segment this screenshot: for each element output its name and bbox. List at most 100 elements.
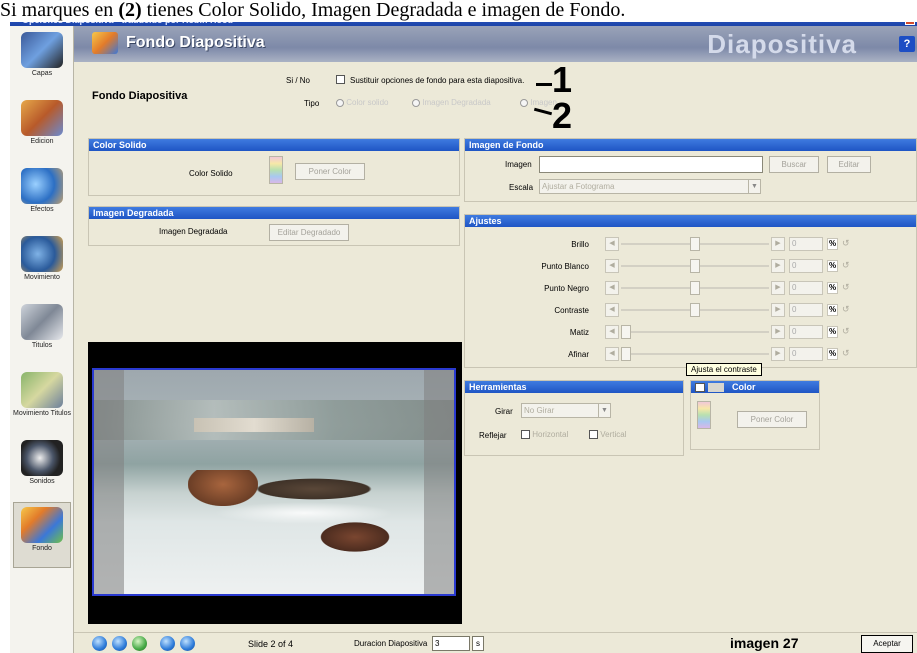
sidebar-item-efectos[interactable]: Efectos bbox=[13, 164, 71, 230]
sidebar-item-movimiento[interactable]: Movimiento bbox=[13, 232, 71, 298]
decrease-icon[interactable]: ◀ bbox=[605, 281, 619, 295]
contraste-tooltip: Ajusta el contraste bbox=[686, 363, 762, 376]
panel-header: Imagen de Fondo bbox=[465, 139, 916, 151]
duracion-label: Duracion Diapositiva bbox=[354, 639, 428, 648]
decrease-icon[interactable]: ◀ bbox=[605, 237, 619, 251]
decrease-icon[interactable]: ◀ bbox=[605, 325, 619, 339]
decrease-icon[interactable]: ◀ bbox=[605, 347, 619, 361]
color-enable-checkbox[interactable] bbox=[695, 383, 705, 393]
sidebar-item-fondo[interactable]: Fondo bbox=[13, 502, 71, 568]
ajuste-value[interactable]: 0 bbox=[789, 303, 823, 317]
page-title: Fondo Diapositiva bbox=[126, 34, 265, 51]
annotation-dash-1 bbox=[536, 83, 552, 86]
reset-icon[interactable]: ↺ bbox=[842, 348, 850, 359]
buscar-button[interactable]: Buscar bbox=[769, 156, 819, 173]
slider-thumb[interactable] bbox=[621, 347, 631, 361]
matiz-slider[interactable] bbox=[621, 325, 769, 339]
ajuste-row-afinar: Afinar ◀ ▶ 0 % ↺ bbox=[465, 347, 915, 363]
imagen-input[interactable] bbox=[539, 156, 763, 173]
titles-icon bbox=[21, 304, 63, 340]
sidebar-item-sonidos[interactable]: Sonidos bbox=[13, 436, 71, 502]
reset-icon[interactable]: ↺ bbox=[842, 282, 850, 293]
color-solido-label: Color Solido bbox=[189, 169, 233, 178]
editar-degradado-button[interactable]: Editar Degradado bbox=[269, 224, 349, 241]
ajuste-label: Matiz bbox=[569, 328, 589, 337]
percent-label: % bbox=[827, 238, 838, 250]
sidebar-item-movimiento-titulos[interactable]: Movimiento Titulos bbox=[13, 368, 71, 434]
override-checkbox[interactable] bbox=[336, 75, 345, 84]
decrease-icon[interactable]: ◀ bbox=[605, 303, 619, 317]
ajuste-row-matiz: Matiz ◀ ▶ 0 % ↺ bbox=[465, 325, 915, 341]
brillo-slider[interactable] bbox=[621, 237, 769, 251]
afinar-slider[interactable] bbox=[621, 347, 769, 361]
chevron-down-icon: ▼ bbox=[598, 404, 610, 417]
ajuste-value[interactable]: 0 bbox=[789, 259, 823, 273]
zoom-icon[interactable] bbox=[112, 636, 127, 651]
page-header: Fondo Diapositiva Diapositiva ? bbox=[74, 26, 917, 62]
ajuste-value[interactable]: 0 bbox=[789, 325, 823, 339]
tipo-option-label: Imagen Degradada bbox=[422, 98, 491, 107]
slider-thumb[interactable] bbox=[690, 303, 700, 317]
caption-bold: (2) bbox=[118, 0, 142, 21]
ajuste-value[interactable]: 0 bbox=[789, 281, 823, 295]
increase-icon[interactable]: ▶ bbox=[771, 259, 785, 273]
increase-icon[interactable]: ▶ bbox=[771, 303, 785, 317]
play-icon[interactable] bbox=[92, 636, 107, 651]
prev-slide-icon[interactable] bbox=[160, 636, 175, 651]
escala-label: Escala bbox=[509, 183, 534, 192]
tipo-option-imagen-degradada[interactable]: Imagen Degradada bbox=[412, 98, 491, 107]
girar-select[interactable]: No Girar ▼ bbox=[521, 403, 611, 418]
reset-icon[interactable]: ↺ bbox=[842, 304, 850, 315]
sidebar-item-capas[interactable]: Capas bbox=[13, 28, 71, 94]
slider-thumb[interactable] bbox=[621, 325, 631, 339]
ajuste-value[interactable]: 0 bbox=[789, 237, 823, 251]
sidebar: Capas Edicion Efectos Movimiento Titulos… bbox=[10, 26, 74, 653]
slider-thumb[interactable] bbox=[690, 259, 700, 273]
sidebar-item-edicion[interactable]: Edicion bbox=[13, 96, 71, 162]
chevron-down-icon: ▼ bbox=[748, 180, 760, 193]
photo-town bbox=[194, 418, 314, 432]
vertical-checkbox[interactable]: Vertical bbox=[589, 430, 626, 440]
reset-icon[interactable]: ↺ bbox=[842, 260, 850, 271]
sidebar-item-label: Capas bbox=[31, 70, 53, 77]
escala-select[interactable]: Ajustar a Fotograma ▼ bbox=[539, 179, 761, 194]
slider-thumb[interactable] bbox=[690, 281, 700, 295]
override-label: Sustituir opciones de fondo para esta di… bbox=[350, 76, 525, 85]
increase-icon[interactable]: ▶ bbox=[771, 281, 785, 295]
horizontal-checkbox[interactable]: Horizontal bbox=[521, 430, 568, 440]
panel-header: Color Solido bbox=[89, 139, 459, 151]
ajuste-label: Contraste bbox=[554, 306, 589, 315]
ajuste-row-punto-blanco: Punto Blanco ◀ ▶ 0 % ↺ bbox=[465, 259, 915, 275]
color-header-label: Color bbox=[732, 382, 756, 392]
punto-negro-slider[interactable] bbox=[621, 281, 769, 295]
contraste-slider[interactable] bbox=[621, 303, 769, 317]
image-caption: imagen 27 bbox=[730, 635, 799, 651]
sidebar-item-label: Movimiento Titulos bbox=[13, 410, 71, 417]
sidebar-item-label: Titulos bbox=[31, 342, 53, 349]
sidebar-item-titulos[interactable]: Titulos bbox=[13, 300, 71, 366]
imagen-label: Imagen bbox=[505, 160, 532, 169]
poner-color-button[interactable]: Poner Color bbox=[295, 163, 365, 180]
reset-icon[interactable]: ↺ bbox=[842, 326, 850, 337]
editar-button[interactable]: Editar bbox=[827, 156, 871, 173]
poner-color-button[interactable]: Poner Color bbox=[737, 411, 807, 428]
slider-thumb[interactable] bbox=[690, 237, 700, 251]
tipo-option-color-solido[interactable]: Color solido bbox=[336, 98, 388, 107]
motion-icon bbox=[21, 236, 63, 272]
help-icon[interactable]: ? bbox=[899, 36, 915, 52]
preview-icon[interactable] bbox=[132, 636, 147, 651]
ajuste-value[interactable]: 0 bbox=[789, 347, 823, 361]
punto-blanco-slider[interactable] bbox=[621, 259, 769, 273]
ajuste-row-brillo: Brillo ◀ ▶ 0 % ↺ bbox=[465, 237, 915, 253]
checkbox-icon bbox=[589, 430, 598, 440]
duracion-input[interactable]: 3 bbox=[432, 636, 470, 651]
reset-icon[interactable]: ↺ bbox=[842, 238, 850, 249]
increase-icon[interactable]: ▶ bbox=[771, 325, 785, 339]
decrease-icon[interactable]: ◀ bbox=[605, 259, 619, 273]
increase-icon[interactable]: ▶ bbox=[771, 347, 785, 361]
increase-icon[interactable]: ▶ bbox=[771, 237, 785, 251]
accept-button[interactable]: Aceptar bbox=[861, 635, 913, 653]
effects-icon bbox=[21, 168, 63, 204]
background-icon bbox=[92, 32, 118, 54]
next-slide-icon[interactable] bbox=[180, 636, 195, 651]
